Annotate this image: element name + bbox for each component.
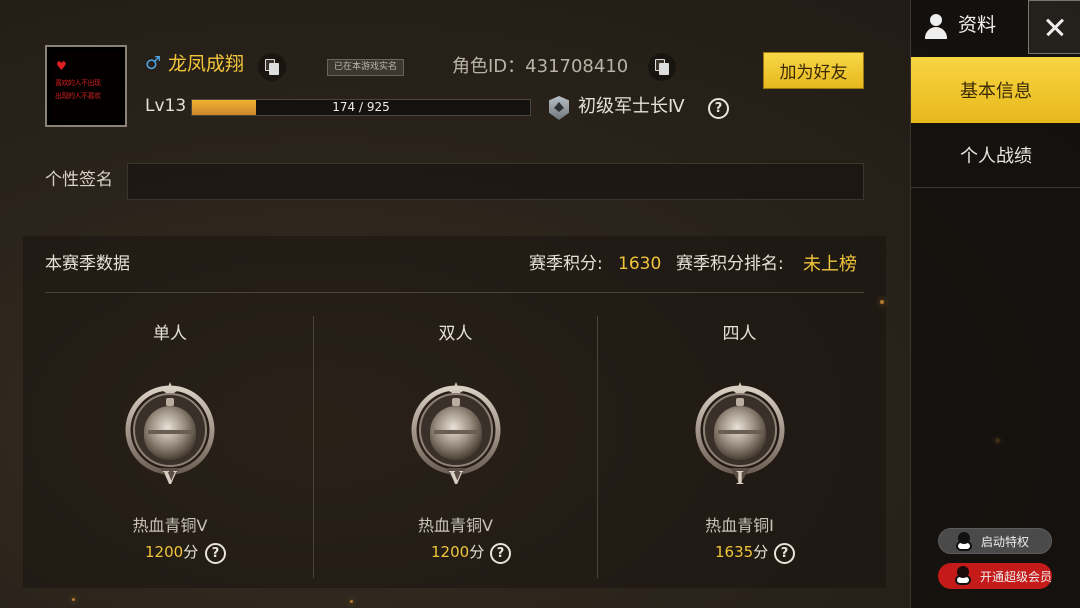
super-vip-button[interactable]: 开通超级会员 <box>938 563 1052 589</box>
ember-particle <box>350 600 353 603</box>
launch-privilege-label: 启动特权 <box>981 534 1030 549</box>
signature-input[interactable] <box>127 163 864 200</box>
mode-name: 双人 <box>438 324 473 344</box>
ember-particle <box>72 598 75 601</box>
tier-name: 热血青铜Ⅴ <box>132 516 208 535</box>
bronze-tier-emblem-icon: V <box>125 382 215 489</box>
tier-score-value: 1200 <box>145 543 184 561</box>
emblem-numeral: V <box>162 468 178 489</box>
avatar-text-line1: 喜欢的人不出现 <box>55 79 101 87</box>
mode-name: 单人 <box>153 324 187 344</box>
avatar-image: ♥ 喜欢的人不出现 出现的人不喜欢 <box>51 51 121 121</box>
mode-solo: 单人 V 热血青铜Ⅴ 1200分 ? <box>28 316 312 578</box>
tab-personal-record[interactable]: 个人战绩 <box>911 122 1080 188</box>
bronze-tier-emblem-icon: I <box>695 382 785 489</box>
season-stats-panel: 本赛季数据 赛季积分: 1630 赛季积分排名: 未上榜 单人 V 热血青铜Ⅴ … <box>23 236 886 588</box>
tier-score: 1200分 <box>431 545 484 560</box>
season-rank-value: 未上榜 <box>803 254 857 275</box>
xp-progress-text: 174 / 925 <box>332 100 390 114</box>
season-score-label: 赛季积分: <box>529 254 603 274</box>
military-rank-title: 初级军士长Ⅳ <box>578 96 685 117</box>
tier-help-icon[interactable]: ? <box>490 543 511 564</box>
tier-name: 热血青铜Ⅰ <box>705 516 774 535</box>
super-vip-label: 开通超级会员 <box>980 569 1053 584</box>
tier-score: 1200分 <box>145 545 198 560</box>
tier-score-value: 1635 <box>715 543 754 561</box>
copy-role-id-icon[interactable] <box>648 53 676 81</box>
military-rank-icon <box>549 96 569 120</box>
close-button[interactable] <box>1028 0 1080 54</box>
tier-score: 1635分 <box>715 545 768 560</box>
tier-name: 热血青铜Ⅴ <box>418 516 493 535</box>
profile-main: ♥ 喜欢的人不出现 出现的人不喜欢 ♂ 龙凤成翔 已在本游戏实名 角色ID：43… <box>0 0 1000 608</box>
season-rank-label: 赛季积分排名: <box>676 254 784 274</box>
ember-particle <box>880 300 884 304</box>
season-stats-title: 本赛季数据 <box>45 254 130 274</box>
add-friend-button[interactable]: 加为好友 <box>763 52 864 89</box>
season-score-value: 1630 <box>618 254 662 274</box>
right-sidebar: 资料 基本信息 个人战绩 启动特权 开通超级会员 <box>910 0 1080 608</box>
launch-privilege-button[interactable]: 启动特权 <box>938 528 1052 554</box>
tier-score-unit: 分 <box>183 543 199 561</box>
tier-help-icon[interactable]: ? <box>774 543 795 564</box>
emblem-numeral: V <box>448 468 464 489</box>
mode-duo: 双人 V 热血青铜Ⅴ 1200分 ? <box>313 316 597 578</box>
mode-squad: 四人 I 热血青铜Ⅰ 1635分 ? <box>597 316 881 578</box>
mode-name: 四人 <box>722 324 757 344</box>
sidebar-header: 资料 <box>911 0 1028 54</box>
male-icon: ♂ <box>145 53 162 74</box>
xp-progress-bar: 174 / 925 <box>191 99 531 116</box>
rank-help-icon[interactable]: ? <box>708 98 729 119</box>
tier-score-value: 1200 <box>431 543 470 561</box>
heart-icon: ♥ <box>56 59 67 73</box>
signature-label: 个性签名 <box>45 170 113 190</box>
tab-basic-info[interactable]: 基本信息 <box>911 57 1080 123</box>
emblem-numeral: I <box>736 468 744 489</box>
copy-nickname-icon[interactable] <box>258 53 286 81</box>
divider <box>45 292 864 293</box>
sidebar-title: 资料 <box>958 14 997 36</box>
tier-score-unit: 分 <box>469 543 485 561</box>
bronze-tier-emblem-icon: V <box>411 382 501 489</box>
tier-help-icon[interactable]: ? <box>205 543 226 564</box>
avatar-text-line2: 出现的人不喜欢 <box>55 92 101 100</box>
role-id: 角色ID：431708410 <box>452 56 629 77</box>
realname-verified-badge: 已在本游戏实名 <box>327 59 405 76</box>
player-nickname: 龙凤成翔 <box>168 53 245 75</box>
avatar[interactable]: ♥ 喜欢的人不出现 出现的人不喜欢 <box>45 45 127 127</box>
tier-score-unit: 分 <box>753 543 769 561</box>
player-level: Lv13 <box>145 96 187 116</box>
qq-penguin-icon <box>954 566 972 586</box>
qq-penguin-icon <box>955 532 973 552</box>
user-icon <box>923 14 949 40</box>
